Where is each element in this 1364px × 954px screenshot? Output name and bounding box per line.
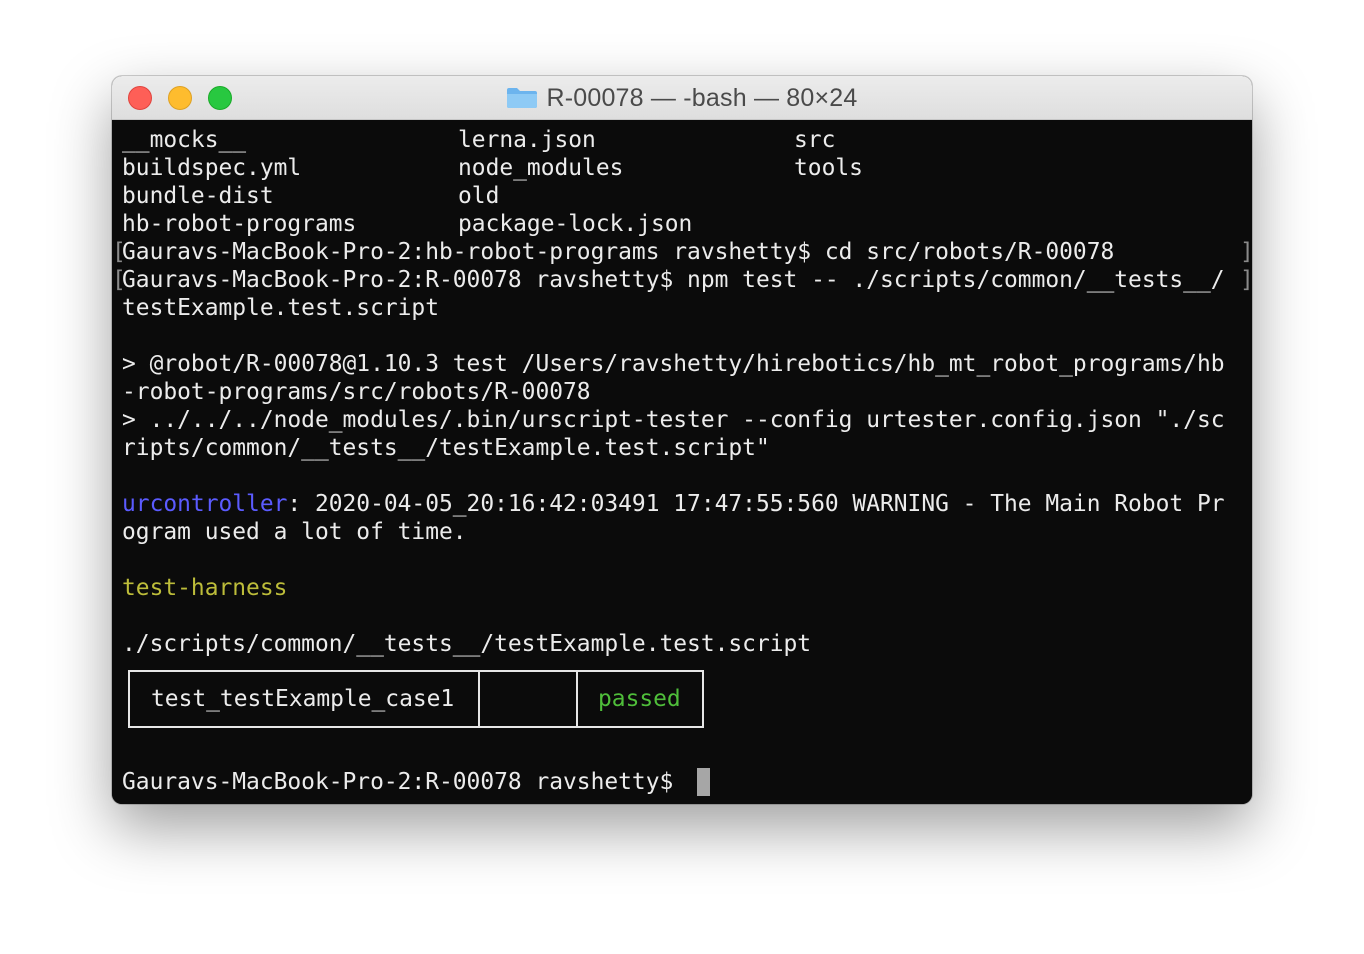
command-line-npm: Gauravs-MacBook-Pro-2:R-00078 ravshetty$…: [122, 267, 1225, 293]
script-path: ./scripts/common/__tests__/testExample.t…: [122, 631, 812, 657]
listing-item: package-lock.json: [458, 211, 693, 237]
listing-item: hb-robot-programs: [122, 211, 357, 237]
warning-line: urcontroller: 2020-04-05_20:16:42:03491 …: [122, 490, 1225, 518]
mark-bracket-right: ]: [1240, 266, 1252, 294]
test-result-table: test_testExample_case1 passed: [128, 670, 704, 728]
test-case-empty-cell: [480, 672, 578, 726]
test-status-badge: passed: [598, 686, 681, 712]
listing-item: __mocks__: [122, 127, 247, 153]
window-title: R-00078 — -bash — 80×24: [546, 83, 858, 112]
text-cursor: [697, 768, 710, 796]
listing-item: buildspec.yml: [122, 155, 302, 181]
terminal-output[interactable]: __mocks__ lerna.json src buildspec.yml n…: [112, 120, 1252, 804]
window-title-group: R-00078 — -bash — 80×24: [112, 76, 1252, 120]
npm-output-line: -robot-programs/src/robots/R-00078: [122, 379, 591, 405]
listing-item: lerna.json: [458, 127, 596, 153]
npm-output-line: > ../../../node_modules/.bin/urscript-te…: [122, 407, 1225, 433]
listing-item: bundle-dist: [122, 183, 274, 209]
listing-item: old: [458, 183, 500, 209]
shell-prompt[interactable]: Gauravs-MacBook-Pro-2:R-00078 ravshetty$: [122, 768, 687, 796]
test-case-name: test_testExample_case1: [130, 672, 480, 726]
listing-item: node_modules: [458, 155, 624, 181]
terminal-window: R-00078 — -bash — 80×24 __mocks__ lerna.…: [112, 76, 1252, 804]
command-line-cd: Gauravs-MacBook-Pro-2:hb-robot-programs …: [122, 239, 1115, 265]
warning-source: urcontroller: [122, 491, 288, 517]
mark-bracket-right: ]: [1240, 238, 1252, 266]
harness-label: test-harness: [122, 575, 288, 601]
listing-item: src: [794, 127, 836, 153]
npm-output-line: > @robot/R-00078@1.10.3 test /Users/ravs…: [122, 351, 1225, 377]
title-bar[interactable]: R-00078 — -bash — 80×24: [112, 76, 1252, 120]
folder-icon: [507, 88, 538, 108]
npm-output-line: ripts/common/__tests__/testExample.test.…: [122, 435, 770, 461]
listing-item: tools: [794, 155, 863, 181]
warning-text: : 2020-04-05_20:16:42:03491 17:47:55:560…: [287, 491, 1225, 517]
command-line-wrap: testExample.test.script: [122, 295, 439, 321]
warning-line-wrap: ogram used a lot of time.: [122, 519, 467, 545]
